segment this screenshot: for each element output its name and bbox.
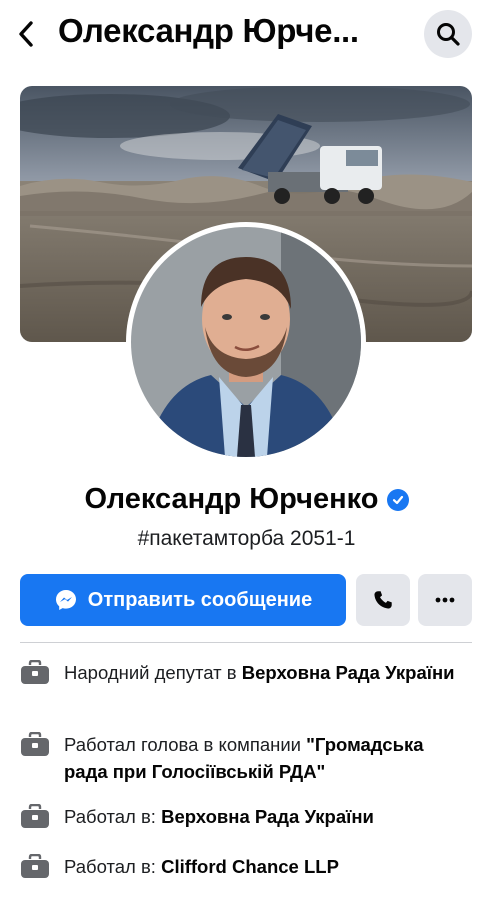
call-button[interactable] (356, 574, 410, 626)
info-item: Работал голова в компании "Громадська ра… (20, 731, 472, 785)
send-message-label: Отправить сообщение (87, 588, 313, 611)
phone-icon (374, 591, 392, 609)
profile-name-row: Олександр Юрченко (0, 483, 493, 516)
briefcase-icon (21, 804, 49, 828)
messenger-icon (55, 590, 76, 610)
divider (20, 642, 472, 643)
search-icon (437, 23, 460, 46)
briefcase-icon (21, 732, 49, 756)
info-item: Народний депутат в Верховна Рада України (20, 659, 472, 686)
avatar[interactable] (131, 227, 361, 457)
more-options-button[interactable] (418, 574, 472, 626)
chevron-left-icon (19, 21, 33, 47)
more-dots-icon (435, 597, 455, 603)
info-prefix: Народний депутат в (64, 662, 242, 683)
info-text: Народний депутат в Верховна Рада України (64, 659, 455, 686)
verified-badge-icon (386, 488, 409, 511)
info-text: Работал в: Верховна Рада України (64, 803, 374, 830)
profile-header: Олександр Юрче... (0, 0, 493, 70)
info-link[interactable]: Clifford Chance LLP (161, 856, 339, 877)
info-prefix: Работал в: (64, 806, 162, 827)
search-button[interactable] (424, 10, 472, 58)
profile-bio: #пакетамторба 2051-1 (137, 527, 356, 550)
info-item: Работал в: Clifford Chance LLP (20, 853, 472, 880)
info-text: Работал голова в компании "Громадська ра… (64, 731, 472, 785)
avatar-border (126, 222, 366, 462)
back-button[interactable] (8, 14, 44, 54)
send-message-button[interactable]: Отправить сообщение (20, 574, 346, 626)
info-link[interactable]: Верховна Рада України (242, 662, 455, 683)
info-prefix: Работал голова в компании (64, 734, 307, 755)
briefcase-icon (21, 660, 49, 684)
info-link[interactable]: Верховна Рада України (161, 806, 374, 827)
info-prefix: Работал в: (64, 856, 162, 877)
info-item: Работал в: Верховна Рада України (20, 803, 472, 830)
profile-name: Олександр Юрченко (84, 483, 379, 515)
info-text: Работал в: Clifford Chance LLP (64, 853, 339, 880)
briefcase-icon (21, 854, 49, 878)
page-title: Олександр Юрче... (58, 12, 359, 49)
